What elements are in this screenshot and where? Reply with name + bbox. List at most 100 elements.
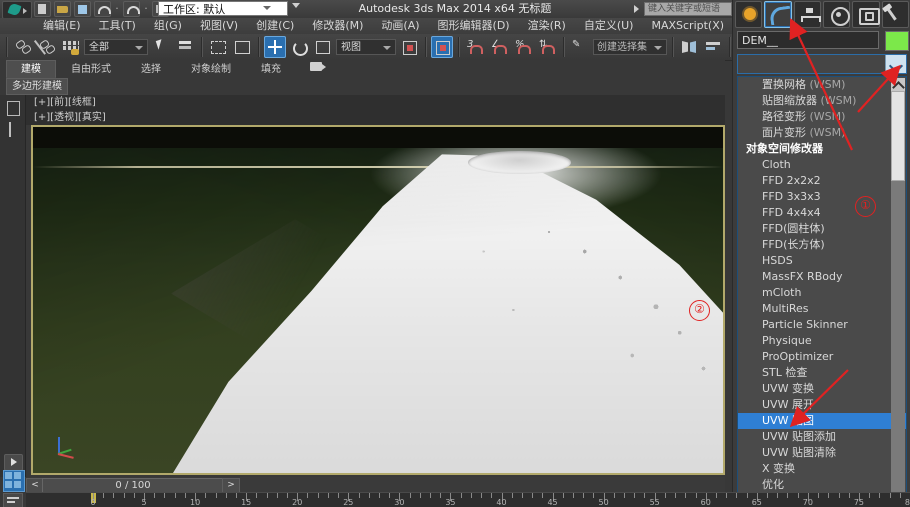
- modifier-list-item[interactable]: FFD(圆柱体): [738, 221, 906, 237]
- camera-icon[interactable]: [310, 60, 328, 73]
- modifier-list-item[interactable]: ProOptimizer: [738, 349, 906, 365]
- ribbon-tab-selection[interactable]: 选择: [126, 60, 176, 78]
- ribbon-tab-freeform[interactable]: 自由形式: [56, 60, 126, 78]
- modifier-list-combobox[interactable]: [737, 54, 907, 74]
- ribbon-tab-populate[interactable]: 填充: [246, 60, 296, 78]
- reference-coordinate-system-dropdown[interactable]: 视图: [336, 39, 396, 55]
- menu-item-create[interactable]: 创建(C): [247, 18, 303, 34]
- new-file-icon[interactable]: [34, 1, 51, 17]
- viewport-label-front[interactable]: [+][前][线框]: [26, 95, 725, 110]
- selection-filter-dropdown[interactable]: 全部: [84, 39, 148, 55]
- undo-icon[interactable]: [94, 1, 111, 17]
- display-tab[interactable]: [852, 1, 881, 28]
- spinner-snap-toggle-icon[interactable]: ⇅: [536, 36, 558, 58]
- unlink-selection-icon[interactable]: [33, 36, 58, 58]
- constrain-axis-icon[interactable]: [3, 120, 22, 139]
- named-selection-set-dropdown[interactable]: 创建选择集: [593, 39, 667, 55]
- ribbon-tab-modeling[interactable]: 建模: [6, 60, 56, 78]
- modifier-list-item[interactable]: HSDS: [738, 253, 906, 269]
- modifier-list-item[interactable]: UVW 贴图: [738, 413, 906, 429]
- grid-snap-icon[interactable]: [3, 98, 22, 117]
- search-input[interactable]: 键入关键字或短语: [644, 2, 732, 16]
- perspective-viewport[interactable]: [31, 125, 725, 475]
- modifier-list-item[interactable]: mCloth: [738, 285, 906, 301]
- scroll-up-icon[interactable]: [891, 78, 905, 91]
- save-file-icon[interactable]: [74, 1, 91, 17]
- object-color-swatch[interactable]: [885, 31, 909, 51]
- track-bar-ruler[interactable]: 0 5 10 15 20 25 30 35 40 45 50 55 60 65 70 75 80: [26, 492, 910, 507]
- select-and-move-icon[interactable]: [264, 36, 286, 58]
- undo-dropdown-icon[interactable]: ·: [114, 2, 120, 16]
- modifier-dropdown-list[interactable]: 置换网格 (WSM) 贴图缩放器 (WSM) 路径变形 (WSM) 面片变形 (WSM…: [737, 76, 907, 504]
- motion-tab[interactable]: [822, 1, 851, 28]
- modifier-list-item[interactable]: UVW 贴图添加: [738, 429, 906, 445]
- app-logo-button[interactable]: [2, 1, 32, 19]
- select-and-rotate-icon[interactable]: [288, 36, 310, 58]
- menu-item-group[interactable]: 组(G): [145, 18, 191, 34]
- modifier-list-item[interactable]: STL 检查: [738, 365, 906, 381]
- edit-named-selection-sets-icon[interactable]: ✎: [569, 36, 591, 58]
- modifier-list-item[interactable]: FFD 2x2x2: [738, 173, 906, 189]
- modifier-list-item[interactable]: Physique: [738, 333, 906, 349]
- modifier-list-scrollbar[interactable]: [891, 78, 905, 503]
- select-and-scale-icon[interactable]: [312, 36, 334, 58]
- use-pivot-point-center-icon[interactable]: [398, 36, 420, 58]
- hierarchy-tab[interactable]: [793, 1, 821, 28]
- menu-item-edit[interactable]: 编辑(E): [34, 18, 90, 34]
- menu-item-graph-editors[interactable]: 图形编辑器(D): [429, 18, 519, 34]
- menu-item-tools[interactable]: 工具(T): [90, 18, 145, 34]
- menu-item-customize[interactable]: 自定义(U): [575, 18, 643, 34]
- rectangular-selection-region-icon[interactable]: [207, 36, 229, 58]
- ribbon-tab-object-paint[interactable]: 对象绘制: [176, 60, 246, 78]
- workspace-selector[interactable]: 工作区: 默认: [158, 1, 288, 16]
- redo-icon[interactable]: [123, 1, 140, 17]
- select-object-icon[interactable]: [150, 36, 172, 58]
- angle-snap-toggle-icon[interactable]: ∠: [488, 36, 510, 58]
- menu-item-views[interactable]: 视图(V): [191, 18, 247, 34]
- modifier-list-item[interactable]: FFD 3x3x3: [738, 189, 906, 205]
- workspace-dropdown-arrow-icon[interactable]: [292, 3, 300, 8]
- bind-to-space-warp-icon[interactable]: [60, 36, 82, 58]
- scrollbar-thumb[interactable]: [891, 91, 905, 181]
- chevron-down-icon[interactable]: [885, 55, 906, 73]
- modifier-list-item[interactable]: 置换网格 (WSM): [738, 77, 906, 93]
- modifier-list-item[interactable]: FFD(长方体): [738, 237, 906, 253]
- expand-strip-icon[interactable]: [4, 454, 23, 471]
- select-by-name-icon[interactable]: [174, 36, 196, 58]
- viewport-label-perspective[interactable]: [+][透视][真实]: [26, 110, 725, 125]
- modifier-list-item[interactable]: MassFX RBody: [738, 269, 906, 285]
- percent-snap-toggle-icon[interactable]: %: [512, 36, 534, 58]
- menu-item-rendering[interactable]: 渲染(R): [519, 18, 575, 34]
- modify-tab[interactable]: [764, 1, 793, 28]
- mirror-icon[interactable]: [678, 36, 700, 58]
- select-and-manipulate-icon[interactable]: [431, 36, 453, 58]
- menu-item-animation[interactable]: 动画(A): [372, 18, 428, 34]
- modifier-list-item[interactable]: UVW 变换: [738, 381, 906, 397]
- modifier-list-item[interactable]: 面片变形 (WSM): [738, 125, 906, 141]
- modifier-list-item[interactable]: X 变换: [738, 461, 906, 477]
- open-mini-curve-editor-icon[interactable]: [3, 493, 23, 507]
- modifier-list-item[interactable]: Particle Skinner: [738, 317, 906, 333]
- modifier-list-item[interactable]: 路径变形 (WSM): [738, 109, 906, 125]
- modifier-list-item[interactable]: Cloth: [738, 157, 906, 173]
- window-crossing-toggle-icon[interactable]: [231, 36, 253, 58]
- open-file-icon[interactable]: [54, 1, 71, 17]
- modifier-list-item[interactable]: MultiRes: [738, 301, 906, 317]
- viewport-layout-icon[interactable]: [3, 470, 25, 492]
- scrollbar-track[interactable]: [891, 181, 905, 503]
- align-icon[interactable]: [702, 36, 724, 58]
- select-and-link-icon[interactable]: [12, 36, 34, 58]
- menu-item-modifiers[interactable]: 修改器(M): [303, 18, 372, 34]
- modifier-list-item[interactable]: 贴图缩放器 (WSM): [738, 93, 906, 109]
- object-name-input[interactable]: DEM__: [737, 31, 879, 49]
- create-tab[interactable]: [735, 1, 763, 28]
- menu-item-maxscript[interactable]: MAXScript(X): [642, 18, 733, 34]
- redo-dropdown-icon[interactable]: ·: [143, 2, 149, 16]
- modifier-list-item[interactable]: UVW 贴图清除: [738, 445, 906, 461]
- utilities-tab[interactable]: [881, 1, 909, 28]
- ribbon-subtab-polygon-modeling[interactable]: 多边形建模: [6, 77, 68, 95]
- search-expand-icon[interactable]: [634, 5, 639, 13]
- snaps-toggle-icon[interactable]: 3: [464, 36, 486, 58]
- modifier-list-item[interactable]: UVW 展开: [738, 397, 906, 413]
- modifier-list-item[interactable]: FFD 4x4x4: [738, 205, 906, 221]
